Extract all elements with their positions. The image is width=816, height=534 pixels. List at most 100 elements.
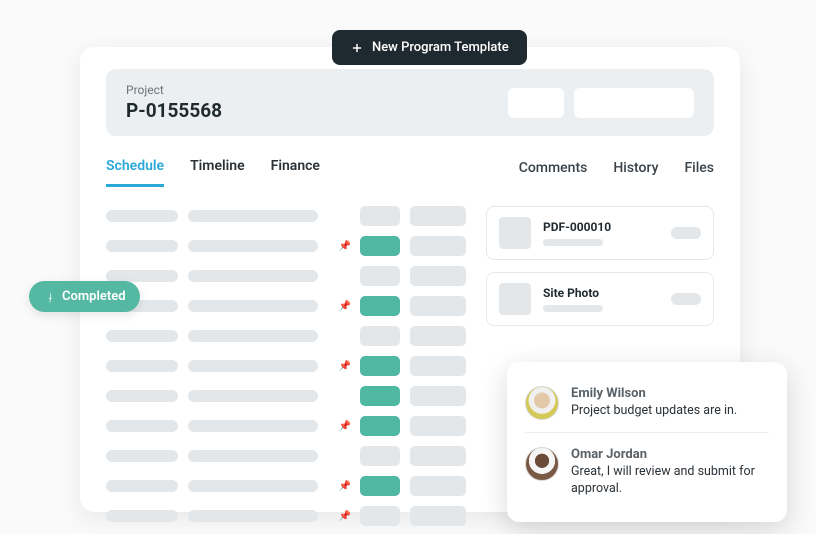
file-card[interactable]: PDF-000010 xyxy=(486,206,714,260)
placeholder-bar xyxy=(106,480,178,492)
file-title: PDF-000010 xyxy=(543,220,659,234)
placeholder-bar xyxy=(410,416,466,436)
tabs-row: Schedule Timeline Finance Comments Histo… xyxy=(106,158,714,188)
file-title: Site Photo xyxy=(543,286,659,300)
pin-icon: 📌 xyxy=(340,301,350,311)
comment-body: Omar Jordan Great, I will review and sub… xyxy=(571,447,769,498)
placeholder-bar xyxy=(410,506,466,526)
placeholder-bar xyxy=(188,390,318,402)
placeholder-bar xyxy=(188,270,318,282)
placeholder-bar xyxy=(188,300,318,312)
file-info: PDF-000010 xyxy=(543,220,659,246)
placeholder-bar xyxy=(360,206,400,226)
placeholder-bar xyxy=(410,206,466,226)
project-header: Project P-0155568 xyxy=(106,69,714,136)
file-subtitle-placeholder xyxy=(543,305,603,312)
schedule-row: 📌 xyxy=(106,356,466,376)
placeholder-bar xyxy=(410,386,466,406)
placeholder-bar xyxy=(188,210,318,222)
placeholder-bar xyxy=(360,266,400,286)
pin-icon: 📌 xyxy=(340,361,350,371)
project-title-block: Project P-0155568 xyxy=(126,83,222,122)
completed-status-pill[interactable]: Completed xyxy=(29,281,140,312)
schedule-list: 📌 📌 xyxy=(106,206,466,526)
comment-text: Project budget updates are in. xyxy=(571,403,769,420)
schedule-row xyxy=(106,206,466,226)
status-bar xyxy=(360,236,400,256)
placeholder-bar xyxy=(188,480,318,492)
file-thumbnail-icon xyxy=(499,217,531,249)
pin-icon: 📌 xyxy=(340,481,350,491)
placeholder-bar xyxy=(360,326,400,346)
comment-author: Omar Jordan xyxy=(571,447,769,462)
placeholder-bar xyxy=(106,420,178,432)
file-subtitle-placeholder xyxy=(543,239,603,246)
file-card[interactable]: Site Photo xyxy=(486,272,714,326)
status-bar xyxy=(360,416,400,436)
status-bar xyxy=(360,386,400,406)
tab-comments[interactable]: Comments xyxy=(519,160,588,186)
schedule-row: 📌 xyxy=(106,506,466,526)
pin-icon: 📌 xyxy=(340,421,350,431)
placeholder-bar xyxy=(410,266,466,286)
tab-history[interactable]: History xyxy=(613,160,658,186)
placeholder-bar xyxy=(410,296,466,316)
placeholder-bar xyxy=(106,390,178,402)
placeholder-bar xyxy=(106,360,178,372)
comment-body: Emily Wilson Project budget updates are … xyxy=(571,386,769,420)
new-program-template-button[interactable]: New Program Template xyxy=(332,30,527,65)
comment-item: Omar Jordan Great, I will review and sub… xyxy=(525,432,769,506)
file-badge xyxy=(671,227,701,239)
placeholder-bar xyxy=(410,356,466,376)
project-label: Project xyxy=(126,83,222,97)
tab-files[interactable]: Files xyxy=(684,160,714,186)
header-box-small[interactable] xyxy=(508,88,564,118)
header-action-placeholders xyxy=(508,88,694,118)
tab-timeline[interactable]: Timeline xyxy=(190,158,245,187)
schedule-row: 📌 xyxy=(106,236,466,256)
comments-popover: Emily Wilson Project budget updates are … xyxy=(507,362,787,522)
tabs-left: Schedule Timeline Finance xyxy=(106,158,320,187)
completed-label: Completed xyxy=(62,289,126,304)
tabs-right: Comments History Files xyxy=(519,160,714,186)
placeholder-bar xyxy=(410,446,466,466)
pin-icon: 📌 xyxy=(340,511,350,521)
avatar xyxy=(525,386,559,420)
placeholder-bar xyxy=(410,476,466,496)
header-box-large[interactable] xyxy=(574,88,694,118)
pin-icon: 📌 xyxy=(340,241,350,251)
placeholder-bar xyxy=(106,240,178,252)
status-bar xyxy=(360,356,400,376)
placeholder-bar xyxy=(188,510,318,522)
schedule-row xyxy=(106,326,466,346)
placeholder-bar xyxy=(410,236,466,256)
tab-finance[interactable]: Finance xyxy=(271,158,320,187)
new-program-template-label: New Program Template xyxy=(372,40,509,55)
placeholder-bar xyxy=(188,240,318,252)
placeholder-bar xyxy=(188,360,318,372)
placeholder-bar xyxy=(106,510,178,522)
comment-author: Emily Wilson xyxy=(571,386,769,401)
project-code: P-0155568 xyxy=(126,99,222,122)
file-badge xyxy=(671,293,701,305)
schedule-row: 📌 xyxy=(106,476,466,496)
status-bar xyxy=(360,476,400,496)
placeholder-bar xyxy=(188,420,318,432)
pin-icon xyxy=(43,291,55,303)
schedule-row xyxy=(106,386,466,406)
placeholder-bar xyxy=(188,330,318,342)
status-bar xyxy=(360,296,400,316)
placeholder-bar xyxy=(106,330,178,342)
schedule-row xyxy=(106,446,466,466)
placeholder-bar xyxy=(360,506,400,526)
avatar xyxy=(525,447,559,481)
plus-icon xyxy=(350,41,364,55)
placeholder-bar xyxy=(410,326,466,346)
tab-schedule[interactable]: Schedule xyxy=(106,158,164,187)
schedule-row: 📌 xyxy=(106,416,466,436)
placeholder-bar xyxy=(106,450,178,462)
placeholder-bar xyxy=(360,446,400,466)
placeholder-bar xyxy=(188,450,318,462)
schedule-row: 📌 xyxy=(106,296,466,316)
file-info: Site Photo xyxy=(543,286,659,312)
